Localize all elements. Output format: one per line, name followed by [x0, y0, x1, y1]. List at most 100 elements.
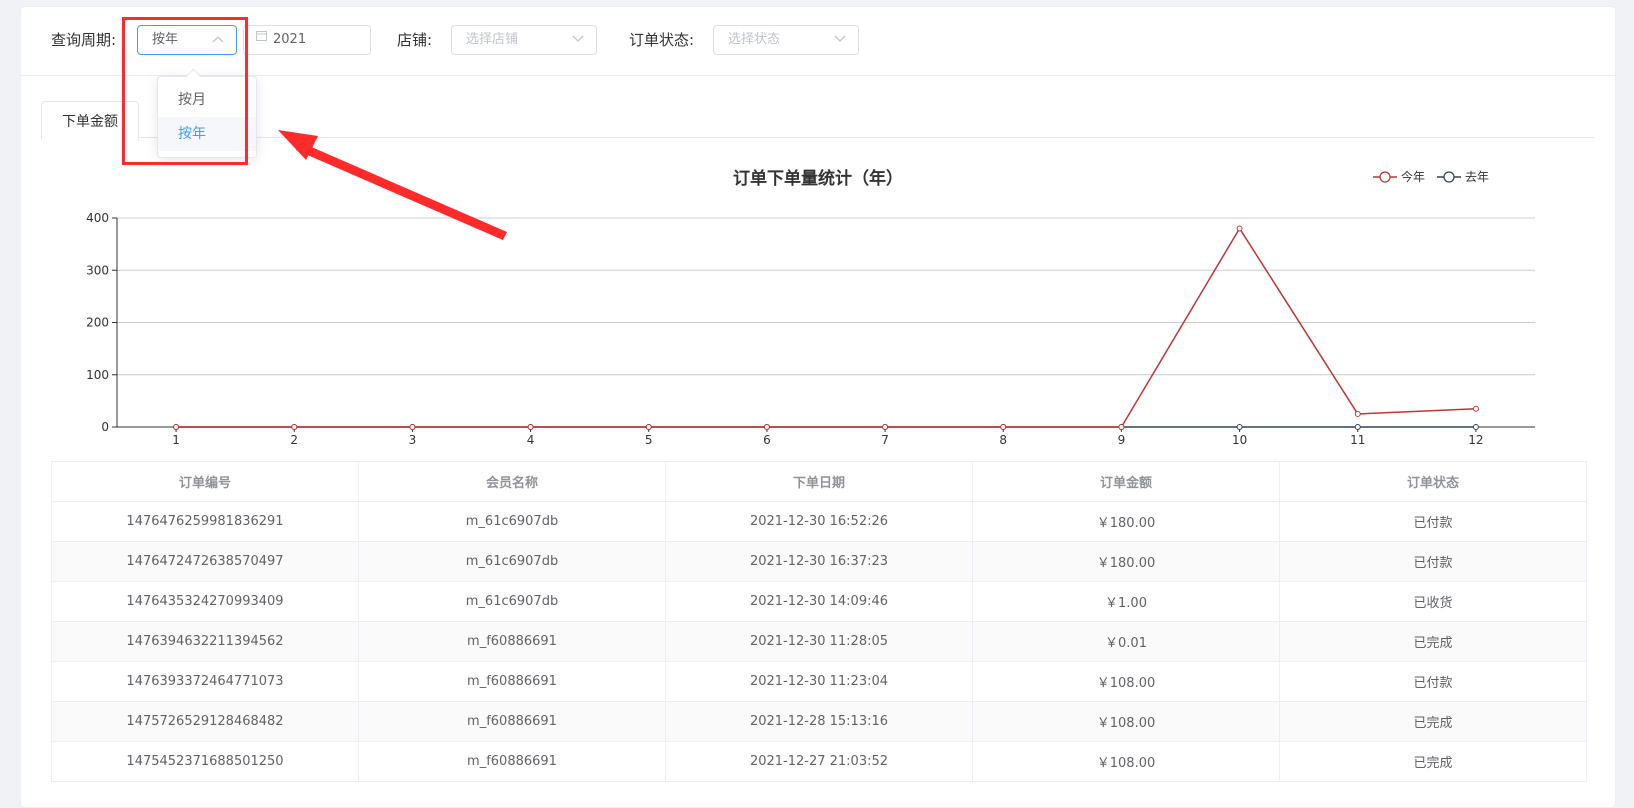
- y-tick-label: 300: [86, 263, 109, 277]
- status-select-placeholder: 选择状态: [728, 32, 781, 47]
- cell-member-name: m_61c6907db: [358, 501, 666, 542]
- order-chart: 订单下单量统计（年）01002003004001 2 3 4 5 6 7 8 9 10 11 12今年…: [86, 168, 1535, 447]
- cell-order-date: 2021-12-28 15:13:16: [665, 701, 973, 742]
- cell-order-no: 1475452371688501250: [51, 741, 359, 782]
- table-row[interactable]: 1476472472638570497 m_61c6907db 2021-12-…: [51, 541, 1587, 582]
- x-tick-label: 5: [645, 433, 653, 447]
- x-tick-label: 12: [1468, 433, 1483, 447]
- col-member-name: 会员名称: [358, 461, 666, 502]
- x-tick-label: 1: [172, 433, 180, 447]
- data-point: [1472, 405, 1479, 412]
- date-picker[interactable]: 2021: [243, 25, 371, 55]
- y-tick-label: 100: [86, 368, 109, 382]
- col-order-date: 下单日期: [665, 461, 973, 502]
- period-label: 查询周期:: [51, 31, 117, 49]
- cell-order-status: 已完成: [1279, 621, 1587, 662]
- status-select[interactable]: 选择状态: [713, 25, 859, 55]
- cell-member-name: m_61c6907db: [358, 541, 666, 582]
- data-point: [882, 424, 889, 430]
- x-tick-label: 2: [290, 433, 298, 447]
- series-line-this-year: [176, 227, 1476, 428]
- table-row[interactable]: 1476476259981836291 m_61c6907db 2021-12-…: [51, 501, 1587, 542]
- cell-order-date: 2021-12-30 16:52:26: [665, 501, 973, 542]
- legend-label: 今年: [1401, 169, 1425, 184]
- cell-order-status: 已收货: [1279, 581, 1587, 622]
- cell-order-amount: ￥0.01: [972, 621, 1280, 662]
- data-point: [1472, 424, 1479, 430]
- table-row[interactable]: 1476393372464771073 m_f60886691 2021-12-…: [51, 661, 1587, 702]
- x-tick-label: 4: [527, 433, 535, 447]
- table-row[interactable]: 1476394632211394562 m_f60886691 2021-12-…: [51, 621, 1587, 662]
- store-select-placeholder: 选择店铺: [466, 32, 519, 47]
- data-point: [1236, 225, 1243, 232]
- data-point: [409, 424, 416, 430]
- cell-order-no: 1476394632211394562: [51, 621, 359, 662]
- cell-order-amount: ￥180.00: [972, 541, 1280, 582]
- calendar-icon: [256, 24, 267, 52]
- cell-order-date: 2021-12-30 16:37:23: [665, 541, 973, 582]
- cell-order-date: 2021-12-30 11:23:04: [665, 661, 973, 702]
- data-point: [1354, 410, 1361, 417]
- cell-order-date: 2021-12-27 21:03:52: [665, 741, 973, 782]
- table-row[interactable]: 1475452371688501250 m_f60886691 2021-12-…: [51, 741, 1587, 782]
- cell-order-date: 2021-12-30 14:09:46: [665, 581, 973, 622]
- status-label: 订单状态:: [629, 31, 695, 49]
- cell-member-name: m_61c6907db: [358, 581, 666, 622]
- data-point: [1236, 424, 1243, 430]
- table-header-row: 订单编号 会员名称 下单日期 订单金额 订单状态: [51, 461, 1587, 502]
- cell-order-status: 已付款: [1279, 661, 1587, 702]
- x-tick-label: 11: [1350, 433, 1365, 447]
- y-tick-label: 0: [101, 420, 109, 434]
- data-point: [645, 424, 652, 430]
- table-row[interactable]: 1476435324270993409 m_61c6907db 2021-12-…: [51, 581, 1587, 622]
- cell-order-no: 1476476259981836291: [51, 501, 359, 542]
- cell-order-amount: ￥1.00: [972, 581, 1280, 622]
- store-select[interactable]: 选择店铺: [451, 25, 597, 55]
- chart-area: 订单下单量统计（年） 0 100 200 300 400 1 2 3 4 5 6 7 8 9 10 11 12 今年…: [21, 147, 1615, 461]
- chevron-down-icon: [834, 26, 846, 43]
- date-value: 2021: [273, 32, 307, 47]
- col-order-no: 订单编号: [51, 461, 359, 502]
- cell-order-status: 已付款: [1279, 501, 1587, 542]
- data-point: [291, 424, 298, 430]
- cell-order-no: 1476393372464771073: [51, 661, 359, 702]
- cell-member-name: m_f60886691: [358, 701, 666, 742]
- tab-bar: 下单金额: [41, 95, 1595, 141]
- cell-order-amount: ￥108.00: [972, 701, 1280, 742]
- filter-bar: 查询周期: 按年 2021 店铺: 选择店铺 订单状态: 选择状态: [21, 7, 1615, 76]
- annotation-highlight-box: [122, 17, 248, 165]
- legend-label: 去年: [1465, 170, 1489, 184]
- cell-order-status: 已完成: [1279, 701, 1587, 742]
- col-order-status: 订单状态: [1279, 461, 1587, 502]
- cell-order-date: 2021-12-30 11:28:05: [665, 621, 973, 662]
- cell-member-name: m_f60886691: [358, 741, 666, 782]
- table-row[interactable]: 1475726529128468482 m_f60886691 2021-12-…: [51, 701, 1587, 742]
- cell-member-name: m_f60886691: [358, 621, 666, 662]
- cell-order-amount: ￥180.00: [972, 501, 1280, 542]
- cell-order-no: 1475726529128468482: [51, 701, 359, 742]
- data-point: [763, 424, 770, 430]
- cell-order-no: 1476435324270993409: [51, 581, 359, 622]
- cell-order-status: 已付款: [1279, 541, 1587, 582]
- cell-order-no: 1476472472638570497: [51, 541, 359, 582]
- x-tick-label: 6: [763, 433, 771, 447]
- data-point: [527, 424, 534, 430]
- data-point: [173, 424, 180, 430]
- x-tick-label: 7: [881, 433, 889, 447]
- main-card: 查询周期: 按年 2021 店铺: 选择店铺 订单状态: 选择状态 下单金额 订…: [20, 6, 1616, 808]
- x-tick-label: 10: [1232, 433, 1247, 447]
- x-tick-label: 3: [409, 433, 417, 447]
- y-tick-label: 400: [86, 211, 109, 225]
- store-label: 店铺:: [397, 31, 433, 49]
- y-tick-label: 200: [86, 316, 109, 330]
- chart-title: 订单下单量统计（年）: [733, 168, 903, 189]
- legend-marker: [1443, 171, 1455, 183]
- x-tick-label: 9: [1118, 433, 1126, 447]
- orders-table: 订单编号 会员名称 下单日期 订单金额 订单状态 147647625998183…: [51, 461, 1587, 782]
- cell-order-status: 已完成: [1279, 741, 1587, 782]
- data-point: [1000, 424, 1007, 430]
- cell-order-amount: ￥108.00: [972, 661, 1280, 702]
- cell-order-amount: ￥108.00: [972, 741, 1280, 782]
- data-point: [1118, 424, 1125, 430]
- data-point: [1354, 424, 1361, 430]
